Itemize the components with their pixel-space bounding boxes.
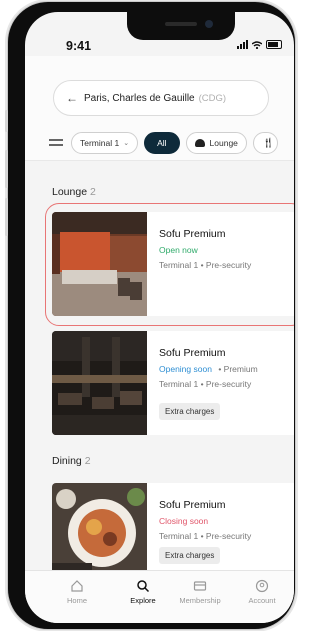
terminal-dropdown[interactable]: Terminal 1 ⌄	[71, 132, 139, 154]
speaker	[165, 22, 197, 26]
dining-card[interactable]: Sofu Premium Closing soon Terminal 1 • P…	[52, 483, 294, 575]
section-count: 2	[90, 186, 96, 198]
card-status: Opening soon	[159, 364, 212, 374]
filter-chip-lounge[interactable]: Lounge	[185, 132, 247, 154]
battery-icon	[266, 40, 282, 49]
tab-label: Explore	[130, 596, 156, 605]
dining-icon: 🍴︎	[261, 137, 275, 149]
tab-label: Home	[66, 596, 87, 605]
search-airport-code: (CDG)	[198, 92, 227, 104]
lounge-photo	[52, 331, 147, 435]
lounge-card[interactable]: Sofu Premium Open now Terminal 1 • Pre-s…	[52, 212, 294, 316]
status-icons	[237, 40, 282, 49]
volume-down-button	[5, 198, 8, 236]
tab-account[interactable]: Account	[232, 579, 292, 605]
phone-frame: 9:41 ← Paris, Charles de Gauille (CDG) T…	[8, 2, 295, 629]
lounge-chair-icon	[194, 139, 205, 147]
card-location: Terminal 1 • Pre-security	[159, 531, 252, 541]
card-location: Terminal 1 • Pre-security	[159, 260, 252, 270]
card-status: Closing soon	[159, 516, 209, 526]
filter-sliders-icon[interactable]	[49, 137, 63, 149]
camera	[205, 20, 213, 28]
status-time: 9:41	[66, 39, 92, 53]
header: ← Paris, Charles de Gauille (CDG) Termin…	[25, 56, 294, 161]
tab-membership[interactable]: Membership	[170, 579, 230, 605]
volume-up-button	[5, 150, 8, 188]
section-dining: Dining 2	[52, 455, 91, 467]
home-icon	[71, 580, 83, 592]
extra-charges-tag: Extra charges	[159, 547, 221, 564]
notch	[127, 12, 235, 40]
tab-bar: Home Explore Membership Account	[25, 570, 294, 623]
card-title: Sofu Premium	[159, 347, 226, 359]
results-list: Lounge 2 Sofu Premium Open now Terminal …	[25, 161, 294, 575]
filter-chip-dining[interactable]: 🍴︎	[252, 132, 278, 154]
card-location: Terminal 1 • Pre-security	[159, 379, 252, 389]
section-count: 2	[84, 455, 91, 467]
card-status: Open now	[159, 245, 198, 255]
tab-label: Membership	[179, 596, 221, 605]
wifi-icon	[252, 41, 262, 49]
dining-photo	[52, 483, 147, 575]
tab-label: Account	[248, 596, 276, 605]
search-location: Paris, Charles de Gauille	[84, 92, 195, 104]
extra-charges-tag: Extra charges	[159, 403, 221, 420]
tab-home[interactable]: Home	[47, 579, 107, 605]
back-arrow-icon[interactable]: ←	[66, 91, 78, 105]
card-icon	[193, 581, 207, 591]
screen: 9:41 ← Paris, Charles de Gauille (CDG) T…	[25, 12, 294, 623]
card-title: Sofu Premium	[159, 228, 226, 240]
terminal-label: Terminal 1	[80, 138, 120, 148]
account-icon	[255, 579, 269, 593]
lounge-photo	[52, 212, 147, 316]
filter-chip-all[interactable]: All	[144, 132, 180, 154]
section-lounge: Lounge 2	[52, 186, 96, 198]
section-title: Dining	[52, 455, 82, 467]
search-bar[interactable]: ← Paris, Charles de Gauille (CDG)	[53, 80, 269, 116]
card-title: Sofu Premium	[159, 499, 226, 511]
mute-switch	[5, 110, 8, 132]
card-status-line: Opening soon • Premium	[159, 364, 258, 374]
signal-icon	[237, 40, 248, 49]
filter-row: Terminal 1 ⌄ All Lounge 🍴︎	[49, 132, 278, 154]
tab-explore[interactable]: Explore	[113, 579, 173, 605]
lounge-chip-label: Lounge	[209, 138, 238, 148]
chevron-down-icon: ⌄	[123, 140, 130, 147]
section-title: Lounge	[52, 186, 88, 198]
lounge-card[interactable]: Sofu Premium Opening soon • Premium Term…	[52, 331, 294, 435]
card-status-extra: • Premium	[218, 364, 258, 374]
search-icon	[137, 580, 150, 593]
